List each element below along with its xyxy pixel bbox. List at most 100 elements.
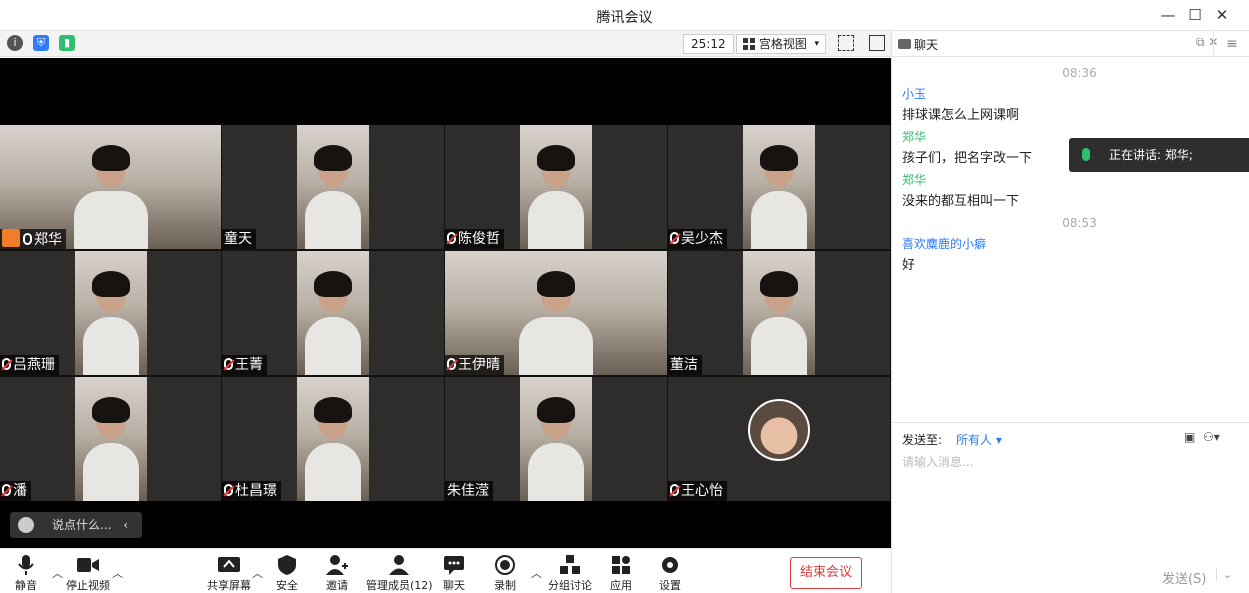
send-target-dropdown[interactable]: 所有人 ▾ [956, 431, 1002, 448]
video-tile[interactable]: 杜昌璟 [222, 377, 444, 501]
shield-icon[interactable]: ⛨ [33, 35, 49, 51]
quick-chat-bar[interactable]: 说点什么... ‹ [10, 512, 142, 538]
stop-video-label: 停止视频 [66, 579, 110, 592]
menu-icon[interactable]: ≡ [1213, 31, 1249, 57]
send-options-caret[interactable]: ⌄ [1216, 568, 1232, 581]
video-tile[interactable]: 朱佳滢 [445, 377, 667, 501]
video-tile[interactable]: 王心怡 [668, 377, 890, 501]
shield-icon [278, 555, 296, 575]
video-tile[interactable]: 吕燕珊 [0, 251, 221, 375]
message-text: 排球课怎么上网课啊 [902, 108, 1020, 123]
video-feed [520, 377, 592, 501]
apps-label: 应用 [610, 579, 632, 592]
mic-muted-icon [224, 484, 233, 496]
info-icon[interactable]: i [7, 35, 23, 51]
record-label: 录制 [494, 579, 516, 592]
video-tile[interactable]: 王菁 [222, 251, 444, 375]
avatar [748, 399, 810, 461]
speaking-text: 正在讲话: 郑华; [1109, 148, 1193, 162]
chat-button[interactable]: 聊天 [443, 555, 465, 593]
manage-members-button[interactable]: 管理成员(12) [366, 555, 433, 593]
settings-button[interactable]: 设置 [659, 555, 681, 593]
maximize-button[interactable]: ☐ [1184, 4, 1206, 26]
record-button[interactable]: 录制 [494, 555, 516, 593]
camera-icon [77, 558, 99, 572]
title-bar: 腾讯会议 — ☐ ✕ [0, 0, 1249, 31]
mic-options-caret[interactable]: ︿ [52, 565, 63, 581]
bottom-control-bar: 静音 ︿ 停止视频 ︿ 共享屏幕 ︿ 安全 邀请 管理成员(12) 聊天 录制 … [0, 548, 891, 593]
share-options-caret[interactable]: ︿ [252, 565, 263, 581]
video-feed [297, 125, 369, 249]
video-options-caret[interactable]: ︿ [112, 565, 123, 581]
record-options-caret[interactable]: ︿ [531, 565, 542, 581]
mic-muted-icon [670, 232, 679, 244]
participant-name: 陈俊哲 [458, 231, 500, 247]
minimize-button[interactable]: — [1157, 4, 1179, 26]
mic-muted-icon [447, 232, 456, 244]
image-and-user-icons[interactable]: ▣ ⚇▾ [1184, 430, 1220, 444]
participant-name-tag: 朱佳滢 [445, 481, 493, 501]
video-feed [74, 251, 147, 375]
send-button[interactable]: 发送(S) [1162, 568, 1206, 587]
participant-name-tag: 陈俊哲 [445, 229, 504, 249]
record-icon [495, 555, 515, 575]
settings-label: 设置 [659, 579, 681, 592]
microphone-icon [1082, 148, 1090, 161]
apps-button[interactable]: 应用 [610, 555, 632, 593]
speaking-indicator: 正在讲话: 郑华; [1069, 138, 1249, 172]
video-tile[interactable]: 王伊晴 [445, 251, 667, 375]
invite-label: 邀请 [326, 579, 348, 592]
gear-icon [662, 557, 678, 573]
video-feed [743, 125, 815, 249]
view-mode-label: 宫格视图 [758, 37, 807, 51]
participant-name-tag: 王菁 [222, 355, 267, 375]
mic-muted-icon [447, 358, 456, 370]
share-screen-button[interactable]: 共享屏幕 [207, 555, 251, 593]
participant-name: 王菁 [235, 357, 263, 373]
video-tile[interactable]: 吴少杰 [668, 125, 890, 249]
signal-icon[interactable]: ▮ [59, 35, 75, 51]
emoji-icon[interactable] [18, 517, 34, 533]
members-label: 管理成员(12) [366, 579, 433, 592]
participant-name-tag: 董洁 [668, 355, 702, 375]
stop-video-button[interactable]: 停止视频 [66, 555, 110, 593]
video-feed [297, 377, 369, 501]
video-tile[interactable]: 童天 [222, 125, 444, 249]
video-tile[interactable]: 郑华 [0, 125, 221, 249]
participant-name: 童天 [224, 231, 252, 247]
participant-name-tag: 吕燕珊 [0, 355, 59, 375]
security-button[interactable]: 安全 [276, 555, 298, 593]
participant-name-tag: 郑华 [0, 229, 66, 249]
participant-name: 王心怡 [681, 483, 723, 499]
participant-name: 吕燕珊 [13, 357, 55, 373]
participant-name: 董洁 [670, 357, 698, 373]
video-grid: 郑华 童天 陈俊哲 吴少杰吕燕珊 王菁 王伊晴 董洁潘 杜昌璟 朱佳滢 王心怡 [0, 125, 891, 501]
chevron-left-icon[interactable]: ‹ [123, 512, 128, 538]
close-button[interactable]: ✕ [1211, 4, 1233, 26]
end-meeting-button[interactable]: 结束会议 [790, 557, 862, 589]
meeting-toolbar: i ⛨ ▮ 25:12 宫格视图 ▾ [0, 31, 891, 57]
breakout-button[interactable]: 分组讨论 [548, 555, 592, 593]
message-sender[interactable]: 郑华 [902, 170, 1237, 191]
video-tile[interactable]: 潘 [0, 377, 221, 501]
message-sender[interactable]: 喜欢麋鹿的小癖 [902, 234, 1237, 255]
meeting-timer: 25:12 [683, 34, 734, 54]
message-text: 没来的都互相叫一下 [902, 194, 1020, 209]
chat-icon [444, 556, 464, 575]
view-mode-dropdown[interactable]: 宫格视图 ▾ [736, 34, 826, 54]
message-input[interactable]: 请输入消息... [902, 453, 973, 470]
participant-name: 朱佳滢 [447, 483, 489, 499]
host-icon [2, 229, 20, 247]
video-tile[interactable]: 陈俊哲 [445, 125, 667, 249]
message-timestamp: 08:53 [1062, 216, 1097, 230]
mute-button[interactable]: 静音 [15, 555, 37, 593]
mute-label: 静音 [15, 579, 37, 592]
fullscreen-icon[interactable] [838, 35, 854, 51]
breakout-icon [560, 555, 580, 574]
participant-name-tag: 吴少杰 [668, 229, 727, 249]
message-text: 好 [902, 258, 916, 273]
message-sender[interactable]: 小玉 [902, 84, 1237, 105]
sidebar-toggle-icon[interactable] [869, 35, 885, 51]
video-tile[interactable]: 董洁 [668, 251, 890, 375]
invite-button[interactable]: 邀请 [326, 555, 348, 593]
